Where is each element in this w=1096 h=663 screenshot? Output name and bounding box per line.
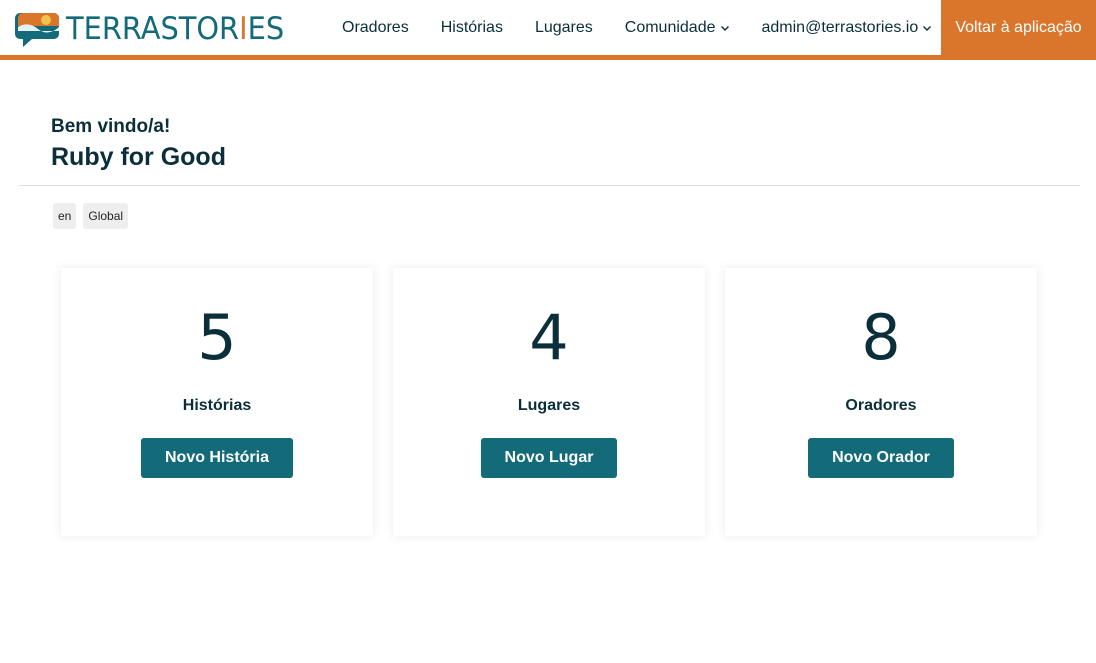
welcome-header: Bem vindo/a! Ruby for Good bbox=[51, 116, 226, 172]
speech-bubble-logo-icon bbox=[15, 13, 59, 47]
welcome-subtitle: Bem vindo/a! bbox=[51, 116, 171, 137]
nav-item-comunidade-dropdown[interactable]: Comunidade bbox=[609, 0, 746, 55]
places-label: Lugares bbox=[517, 397, 581, 414]
nav-item-label: Histórias bbox=[440, 18, 503, 36]
nav-item-label: Oradores bbox=[342, 18, 409, 36]
community-name: Ruby for Good bbox=[51, 143, 226, 171]
speakers-label: Oradores bbox=[845, 397, 917, 414]
new-story-button[interactable]: Novo História bbox=[140, 438, 293, 478]
brand-name: TERRASTORIES bbox=[66, 9, 284, 49]
stories-count: 5 bbox=[197, 301, 237, 374]
new-speaker-button[interactable]: Novo Orador bbox=[808, 438, 954, 478]
top-navbar: TERRASTORIES Oradores Histórias Lugares … bbox=[0, 0, 1096, 60]
brand-name-tail: ES bbox=[247, 11, 285, 47]
stories-card: 5 Histórias Novo História bbox=[61, 268, 373, 536]
chevron-down-icon bbox=[923, 25, 932, 31]
nav-item-oradores[interactable]: Oradores bbox=[326, 0, 425, 55]
community-tags: en Global bbox=[53, 203, 129, 229]
nav-item-label: Comunidade bbox=[624, 18, 716, 36]
brand-name-main: TERRASTOR bbox=[66, 11, 240, 47]
locale-badge: en bbox=[53, 203, 77, 229]
places-count: 4 bbox=[529, 301, 569, 374]
chevron-down-icon bbox=[720, 25, 729, 31]
nav-item-label: Lugares bbox=[534, 18, 593, 36]
nav-item-lugares[interactable]: Lugares bbox=[519, 0, 609, 55]
scope-badge: Global bbox=[83, 203, 129, 229]
speakers-card: 8 Oradores Novo Orador bbox=[725, 268, 1037, 536]
nav-item-label: admin@terrastories.io bbox=[761, 18, 919, 36]
nav-item-historias[interactable]: Histórias bbox=[425, 0, 519, 55]
places-card: 4 Lugares Novo Lugar bbox=[393, 268, 705, 536]
terrastories-logo[interactable]: TERRASTORIES bbox=[14, 8, 301, 50]
speakers-count: 8 bbox=[861, 301, 901, 374]
stories-label: Histórias bbox=[182, 397, 252, 414]
header-divider bbox=[19, 185, 1080, 186]
brand-name-accent: I bbox=[239, 11, 248, 47]
nav-item-user-dropdown[interactable]: admin@terrastories.io bbox=[746, 0, 949, 55]
back-to-app-button[interactable]: Voltar à aplicação bbox=[941, 0, 1096, 55]
new-place-button[interactable]: Novo Lugar bbox=[480, 438, 618, 478]
navbar-accent-border bbox=[0, 55, 1096, 60]
main-nav: Oradores Histórias Lugares Comunidade ad… bbox=[326, 0, 948, 55]
